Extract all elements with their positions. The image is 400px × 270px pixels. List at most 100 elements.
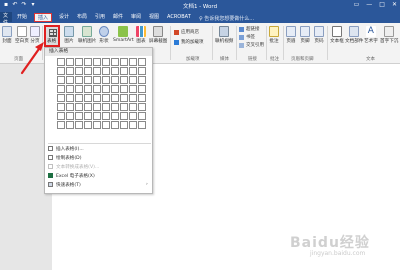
tab-home[interactable]: 开始 <box>14 13 30 22</box>
smartart-button[interactable]: SmartArt <box>113 26 134 43</box>
table-grid-cell[interactable] <box>111 121 119 129</box>
table-grid-cell[interactable] <box>66 112 74 120</box>
table-grid-cell[interactable] <box>102 121 110 129</box>
table-grid-cell[interactable] <box>57 121 65 129</box>
table-grid-cell[interactable] <box>75 103 83 111</box>
table-grid-cell[interactable] <box>93 67 101 75</box>
table-grid-cell[interactable] <box>111 112 119 120</box>
table-grid-cell[interactable] <box>57 85 65 93</box>
table-grid-cell[interactable] <box>129 76 137 84</box>
table-grid-cell[interactable] <box>66 121 74 129</box>
table-grid-cell[interactable] <box>66 76 74 84</box>
table-grid-cell[interactable] <box>75 76 83 84</box>
table-grid-cell[interactable] <box>57 112 65 120</box>
minimize-button[interactable]: — <box>366 1 372 8</box>
table-grid-cell[interactable] <box>75 85 83 93</box>
online-video-button[interactable]: 联机视频 <box>215 26 233 44</box>
store-button[interactable]: 应用商店 <box>174 29 199 35</box>
online-picture-button[interactable]: 联机图片 <box>78 26 96 44</box>
comment-button[interactable]: 批注 <box>269 26 279 44</box>
menu-item-insert-table[interactable]: 插入表格(I)... <box>48 145 84 152</box>
table-grid-cell[interactable] <box>138 76 146 84</box>
table-grid-cell[interactable] <box>111 76 119 84</box>
bookmark-button[interactable]: 书签 <box>239 34 255 40</box>
table-grid-cell[interactable] <box>129 94 137 102</box>
table-grid-cell[interactable] <box>138 94 146 102</box>
table-grid-cell[interactable] <box>75 121 83 129</box>
tab-layout[interactable]: 布局 <box>74 13 90 22</box>
table-grid-cell[interactable] <box>129 121 137 129</box>
tell-me-search[interactable]: ♀ 告诉我您想要做什么... <box>199 15 254 22</box>
table-grid-cell[interactable] <box>75 112 83 120</box>
table-grid-cell[interactable] <box>102 85 110 93</box>
chart-button[interactable]: 图表 <box>136 26 146 44</box>
table-grid-cell[interactable] <box>84 121 92 129</box>
table-grid-cell[interactable] <box>66 85 74 93</box>
table-grid-cell[interactable] <box>93 112 101 120</box>
table-grid-cell[interactable] <box>111 94 119 102</box>
my-addins-button[interactable]: 我的加载项 <box>174 39 204 45</box>
table-grid-cell[interactable] <box>129 112 137 120</box>
tab-insert[interactable]: 插入 <box>34 13 53 22</box>
tab-mailings[interactable]: 邮件 <box>110 13 126 22</box>
table-grid-cell[interactable] <box>57 76 65 84</box>
table-grid-cell[interactable] <box>138 58 146 66</box>
table-grid-cell[interactable] <box>66 103 74 111</box>
page-number-button[interactable]: 页码 <box>314 26 324 44</box>
table-size-grid[interactable] <box>57 58 146 129</box>
menu-item-draw-table[interactable]: 绘制表格(D) <box>48 154 82 161</box>
quick-parts-button[interactable]: 文档部件 <box>345 26 363 44</box>
tab-design[interactable]: 设计 <box>56 13 72 22</box>
table-grid-cell[interactable] <box>102 103 110 111</box>
table-grid-cell[interactable] <box>84 94 92 102</box>
wordart-button[interactable]: A 艺术字 <box>364 26 378 44</box>
hyperlink-button[interactable]: 超链接 <box>239 26 260 32</box>
screenshot-button[interactable]: 屏幕截图 <box>149 26 167 44</box>
table-grid-cell[interactable] <box>93 121 101 129</box>
table-grid-cell[interactable] <box>75 94 83 102</box>
table-grid-cell[interactable] <box>102 76 110 84</box>
picture-button[interactable]: 图片 <box>64 26 74 44</box>
drop-cap-button[interactable]: 首字下沉 <box>380 26 398 44</box>
table-grid-cell[interactable] <box>138 67 146 75</box>
tab-view[interactable]: 视图 <box>146 13 162 22</box>
table-grid-cell[interactable] <box>93 85 101 93</box>
close-button[interactable]: ✕ <box>392 1 397 8</box>
table-grid-cell[interactable] <box>57 103 65 111</box>
table-grid-cell[interactable] <box>120 103 128 111</box>
table-grid-cell[interactable] <box>111 67 119 75</box>
tab-references[interactable]: 引用 <box>92 13 108 22</box>
table-grid-cell[interactable] <box>129 67 137 75</box>
table-grid-cell[interactable] <box>129 85 137 93</box>
table-grid-cell[interactable] <box>93 94 101 102</box>
table-grid-cell[interactable] <box>129 58 137 66</box>
table-grid-cell[interactable] <box>102 58 110 66</box>
table-grid-cell[interactable] <box>120 94 128 102</box>
menu-item-excel-spreadsheet[interactable]: Excel 电子表格(X) <box>48 172 95 179</box>
table-grid-cell[interactable] <box>120 121 128 129</box>
tab-file[interactable]: 文件 <box>0 12 12 26</box>
table-grid-cell[interactable] <box>93 76 101 84</box>
table-grid-cell[interactable] <box>102 94 110 102</box>
table-grid-cell[interactable] <box>75 67 83 75</box>
table-grid-cell[interactable] <box>84 103 92 111</box>
crossref-button[interactable]: 交叉引用 <box>239 42 264 48</box>
header-button[interactable]: 页眉 <box>286 26 296 44</box>
table-grid-cell[interactable] <box>84 67 92 75</box>
table-grid-cell[interactable] <box>111 58 119 66</box>
footer-button[interactable]: 页脚 <box>300 26 310 44</box>
table-grid-cell[interactable] <box>120 85 128 93</box>
table-grid-cell[interactable] <box>57 58 65 66</box>
table-grid-cell[interactable] <box>111 103 119 111</box>
table-grid-cell[interactable] <box>138 112 146 120</box>
cover-page-button[interactable]: 封面 <box>2 26 12 44</box>
table-button[interactable]: 表格 <box>44 25 60 47</box>
table-grid-cell[interactable] <box>138 121 146 129</box>
table-grid-cell[interactable] <box>120 58 128 66</box>
table-grid-cell[interactable] <box>93 103 101 111</box>
table-grid-cell[interactable] <box>84 112 92 120</box>
table-grid-cell[interactable] <box>84 76 92 84</box>
table-grid-cell[interactable] <box>57 67 65 75</box>
textbox-button[interactable]: 文本框 <box>330 26 344 44</box>
table-grid-cell[interactable] <box>57 94 65 102</box>
